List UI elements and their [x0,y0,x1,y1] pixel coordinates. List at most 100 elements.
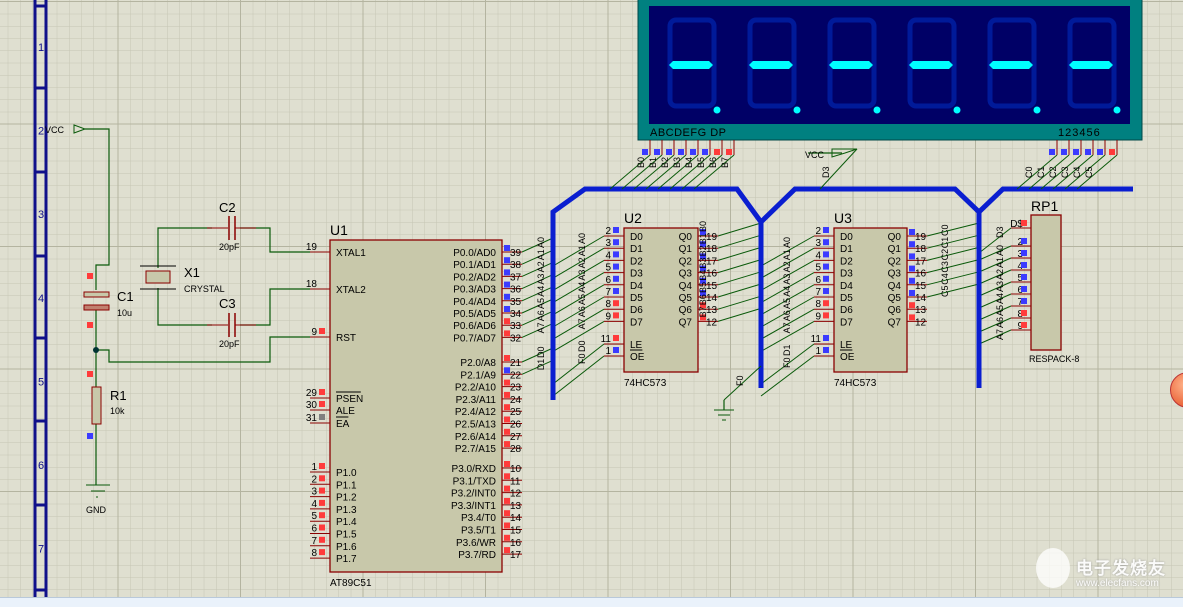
pin-number: 9 [311,327,317,338]
pin-state-indicator [613,227,619,233]
pin-name: OE [840,352,855,363]
pin-name: Q2 [679,256,693,267]
pin-state-indicator [823,335,829,341]
watermark-text: 电子发烧友 [1076,559,1166,578]
pin-state-indicator [504,547,510,554]
pin-name: P3.1/TXD [453,476,496,487]
pin-name: P0.6/AD6 [453,321,496,332]
pin-number: 34 [510,309,522,320]
decimal-point [713,106,721,114]
pin-name: P3.7/RD [458,550,496,561]
pin-number: 6 [605,275,611,286]
net-label: D3 [821,166,831,178]
pin-name: XTAL1 [336,248,366,259]
net-label: B7 [720,157,730,168]
c2-value: 20pF [219,242,240,252]
net-label: B5 [698,282,708,293]
pin-name: OE [630,352,645,363]
pin-number: 1 [311,462,317,473]
pin-state-indicator [1049,149,1055,155]
pin-number: 7 [605,287,611,298]
c1-plate-polarized [83,304,110,311]
pin-state-indicator [504,404,510,411]
c1-ref: C1 [117,289,134,304]
pin-state-indicator [909,241,915,248]
rp1-body[interactable] [1030,214,1062,351]
pin-state-indicator [1021,298,1027,304]
pin-state-indicator [504,293,510,300]
pin-name: P0.2/AD2 [453,272,496,283]
pin-state-indicator [613,300,619,307]
pin-name: LE [630,340,643,351]
pin-state-indicator [504,441,510,448]
net-label: A7 [577,318,587,329]
pin-name: Q5 [679,293,693,304]
segment-g-lit [909,61,953,69]
pin-number: 13 [915,305,927,316]
pin-state-indicator [613,312,619,319]
net-label: A6 [577,306,587,317]
pin-state-indicator [504,306,510,312]
u2-part: 74HC573 [624,378,667,389]
watermark: 电子发烧友 www.elecfans.com [1036,548,1183,598]
net-label: B0 [636,157,646,168]
net-label: C5 [1084,166,1094,178]
pin-name: Q1 [679,244,693,255]
decimal-point [873,106,881,114]
pin-number: 7 [815,287,821,298]
net-label: A1 [782,249,792,260]
pin-name: D0 [840,232,853,243]
net-label: A7 [995,329,1005,340]
pin-number: 37 [510,272,522,283]
pin-state-indicator [1097,149,1103,155]
net-label: A4 [995,293,1005,304]
pin-name: Q3 [679,269,693,280]
schematic-canvas[interactable]: 1234567 ABCDEFG DP 123456B0 B1 B2 B3 B4 B5 B6 B7… [0,0,1183,606]
pin-name: P2.6/A14 [455,432,497,443]
pin-name: Q0 [888,232,902,243]
net-label: A5 [536,298,546,309]
r1-value: 10k [110,406,125,416]
pin-name: P1.6 [336,542,357,553]
pin-number: 13 [510,501,522,512]
pin-name: D1 [840,244,853,255]
net-label: C4 [1072,166,1082,178]
pin-name: D4 [840,281,853,292]
pin-name: P2.5/A13 [455,420,497,431]
pin-name: P2.3/A11 [456,395,497,406]
pin-number: 5 [605,263,611,274]
net-label: D3 [995,226,1005,238]
net-label: B3 [672,157,682,168]
decimal-point [1113,106,1121,114]
pin-state-indicator [1073,149,1079,155]
pin-number: 16 [510,538,522,549]
net-label: F0 [782,357,792,368]
pin-state-indicator [319,401,325,407]
u1-chip[interactable]: U1AT89C5119XTAL118XTAL29RST29PSEN30ALE31… [306,222,522,589]
pin-state-indicator [1021,286,1027,292]
pin-name: P3.5/T1 [461,526,496,537]
pin-name: D3 [630,269,643,280]
pin-state-indicator [726,149,732,155]
pin-name: P0.7/AD7 [453,333,496,344]
pin-state-indicator [319,389,325,395]
c1-plate [83,291,110,298]
pin-name: P3.4/T0 [461,513,496,524]
pin-state-indicator [319,487,325,494]
pin-state-indicator [823,239,829,246]
pin-state-indicator [1021,238,1027,244]
pin-state-indicator [823,312,829,319]
pin-state-indicator [702,149,708,155]
pin-name: D0 [630,232,643,243]
pin-name: D7 [840,317,853,328]
pin-number: 8 [311,548,317,559]
net-label: A2 [782,261,792,272]
ruler-label: 1 [38,42,44,54]
pin-number: 6 [311,524,317,535]
pin-state-indicator [613,288,619,294]
pin-name: Q0 [679,232,693,243]
pin-state-indicator [1021,220,1027,226]
watermark-logo-icon [1036,548,1070,588]
net-label: B2 [698,245,708,256]
pin-number: 14 [510,513,522,524]
